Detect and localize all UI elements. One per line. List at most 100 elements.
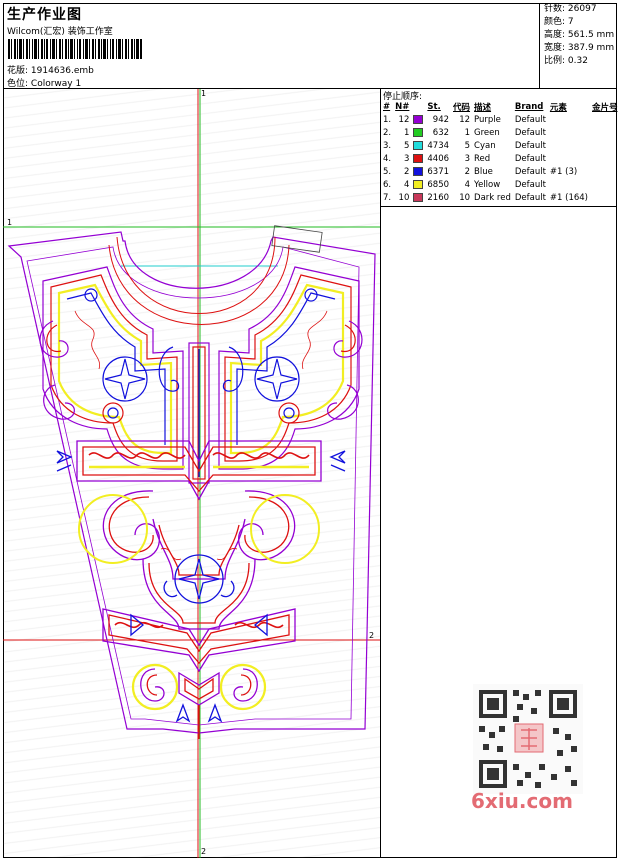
row-swatch <box>411 139 425 152</box>
row-description: Cyan <box>474 140 496 151</box>
row-element <box>548 152 590 165</box>
row-index: 4. <box>383 153 392 164</box>
table-row[interactable]: 6. 4 6850 4 Yellow Default <box>381 178 620 191</box>
row-stitches: 942 <box>432 114 450 125</box>
row-description: Dark red <box>474 192 511 203</box>
row-swatch <box>411 152 425 165</box>
row-sequin <box>590 191 620 204</box>
guide-label-h1-left: 1 <box>7 218 13 227</box>
qr-code[interactable] <box>473 684 583 794</box>
row-needle: 2 <box>403 166 410 177</box>
outline-purple-inner <box>26 246 360 726</box>
stat-colors: 颜色: 7 <box>544 17 574 27</box>
row-sequin <box>590 165 620 178</box>
row-needle: 12 <box>398 114 410 125</box>
chevron-band <box>56 440 346 501</box>
row-description: Purple <box>474 114 501 125</box>
row-brand: Default <box>514 127 546 138</box>
row-description: Red <box>474 153 491 164</box>
bottom-motif <box>131 663 267 739</box>
row-description: Green <box>474 127 500 138</box>
stat-height: 高度: 561.5 mm <box>544 30 615 40</box>
row-index: 1. <box>383 114 392 125</box>
color-swatch <box>413 127 424 137</box>
colorway-name: Colorway 1 <box>30 79 82 89</box>
design-canvas[interactable]: 1 1 2 2 <box>3 89 381 858</box>
row-swatch <box>411 113 425 126</box>
table-row[interactable]: 5. 2 6371 2 Blue Default #1 (3) <box>381 165 620 178</box>
colorway-line: 色位: Colorway 1 <box>7 76 81 89</box>
watermark-brand[interactable]: 6xiu.com <box>471 789 573 813</box>
row-code: 10 <box>459 192 471 203</box>
color-swatch <box>413 166 424 176</box>
table-row[interactable]: 2. 1 632 1 Green Default <box>381 126 620 139</box>
row-code: 3 <box>464 153 471 164</box>
guide-label-v2-bottom: 2 <box>201 847 207 856</box>
col-element: 元素 <box>549 102 567 113</box>
header: 生产作业图 Wilcom(汇宏) 装饰工作室 花版: 1914636.emb 色… <box>3 3 617 89</box>
row-needle: 5 <box>403 140 410 151</box>
row-index: 2. <box>383 127 392 138</box>
stop-sequence-table: # N# St. 代码 描述 Brand 元素 金片号 1. 12 942 12 Pur… <box>381 100 620 204</box>
row-sequin <box>590 139 620 152</box>
row-sequin <box>590 178 620 191</box>
row-brand: Default <box>514 179 546 190</box>
middle-swirl-motif <box>78 490 320 630</box>
row-sequin <box>590 113 620 126</box>
color-swatch <box>413 140 424 150</box>
header-info: 生产作业图 Wilcom(汇宏) 装饰工作室 花版: 1914636.emb 色… <box>3 3 540 89</box>
row-code: 4 <box>464 179 471 190</box>
col-brand: Brand <box>514 101 544 112</box>
row-stitches: 2160 <box>427 192 450 203</box>
col-index: # <box>383 101 391 112</box>
design-file-name: 1914636.emb <box>30 66 94 76</box>
table-row[interactable]: 3. 5 4734 5 Cyan Default <box>381 139 620 152</box>
guide-label-v1-top: 1 <box>201 89 207 98</box>
row-code: 12 <box>459 114 471 125</box>
row-brand: Default <box>514 192 546 203</box>
row-sequin <box>590 152 620 165</box>
design-stats: 针数: 26097 颜色: 7 高度: 561.5 mm 宽度: 387.9 m… <box>544 3 614 68</box>
colorway-label: 色位: <box>7 79 29 89</box>
table-row[interactable]: 7. 10 2160 10 Dark red Default #1 (164) <box>381 191 620 204</box>
neck-tab <box>271 225 323 253</box>
col-swatch <box>411 100 425 113</box>
col-description: 描述 <box>474 102 492 113</box>
row-index: 3. <box>383 140 392 151</box>
row-sequin <box>590 126 620 139</box>
row-code: 1 <box>464 127 471 138</box>
row-description: Yellow <box>474 179 501 190</box>
row-element: #1 (164) <box>549 192 588 203</box>
stop-sequence-panel: 停止顺序: # N# St. 代码 描述 Brand 元素 金片号 1. 12 94… <box>381 89 620 858</box>
color-swatch <box>413 179 424 189</box>
right-shoulder-motif <box>218 266 363 470</box>
row-brand: Default <box>514 140 546 151</box>
row-needle: 4 <box>403 179 410 190</box>
embroidery-design <box>3 89 380 858</box>
row-needle: 1 <box>403 127 410 138</box>
row-brand: Default <box>514 153 546 164</box>
row-swatch <box>411 126 425 139</box>
row-stitches: 4406 <box>427 153 450 164</box>
row-brand: Default <box>514 166 546 177</box>
row-brand: Default <box>514 114 546 125</box>
stat-scale: 比例: 0.32 <box>544 56 588 66</box>
row-swatch <box>411 165 425 178</box>
row-needle: 10 <box>398 192 410 203</box>
row-stitches: 632 <box>432 127 450 138</box>
col-code: 代码 <box>453 102 471 113</box>
row-needle: 3 <box>403 153 410 164</box>
table-row[interactable]: 1. 12 942 12 Purple Default <box>381 113 620 126</box>
guide-label-h2-right: 2 <box>369 631 375 640</box>
row-element: #1 (3) <box>549 166 578 177</box>
row-element <box>548 178 590 191</box>
table-row[interactable]: 4. 3 4406 3 Red Default <box>381 152 620 165</box>
row-index: 7. <box>383 192 392 203</box>
sheet-title: 生产作业图 <box>7 7 82 23</box>
row-element <box>548 126 590 139</box>
color-swatch <box>413 192 424 202</box>
row-stitches: 6850 <box>427 179 450 190</box>
stop-sequence-box: 停止顺序: # N# St. 代码 描述 Brand 元素 金片号 1. 12 94… <box>381 89 620 207</box>
col-needle: N# <box>395 101 410 112</box>
studio-name: Wilcom(汇宏) 装饰工作室 <box>7 27 113 37</box>
